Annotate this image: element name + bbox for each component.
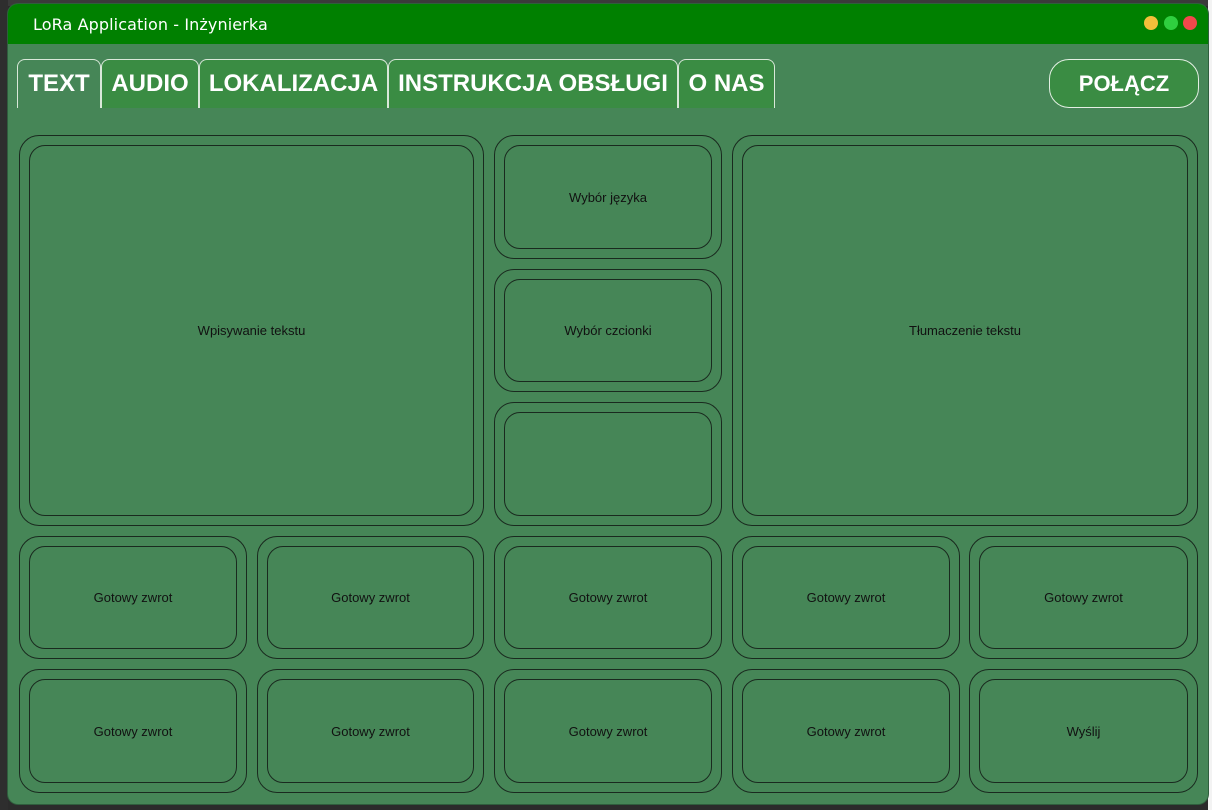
phrase-panel: Gotowy zwrot xyxy=(19,536,247,659)
translation-panel: Tłumaczenie tekstu xyxy=(732,135,1198,526)
maximize-button[interactable] xyxy=(1164,16,1178,30)
translation-output: Tłumaczenie tekstu xyxy=(742,145,1188,516)
phrase-panel: Gotowy zwrot xyxy=(732,536,960,659)
phrase-button[interactable]: Gotowy zwrot xyxy=(504,546,712,649)
language-select[interactable]: Wybór języka xyxy=(504,145,712,249)
phrase-button[interactable]: Gotowy zwrot xyxy=(29,546,237,649)
phrase-panel: Gotowy zwrot xyxy=(257,669,484,793)
tab-audio[interactable]: AUDIO xyxy=(101,59,199,108)
phrase-panel: Gotowy zwrot xyxy=(494,536,722,659)
desktop-background-left xyxy=(0,0,8,810)
empty-panel xyxy=(494,402,722,526)
phrase-panel: Gotowy zwrot xyxy=(19,669,247,793)
phrase-button[interactable]: Gotowy zwrot xyxy=(29,679,237,783)
tab-lokalizacja[interactable]: LOKALIZACJA xyxy=(199,59,388,108)
title-bar: LoRa Application - Inżynierka xyxy=(8,4,1208,44)
empty-slot[interactable] xyxy=(504,412,712,516)
phrase-button[interactable]: Gotowy zwrot xyxy=(267,546,474,649)
phrase-panel: Gotowy zwrot xyxy=(494,669,722,793)
phrase-panel: Gotowy zwrot xyxy=(969,536,1198,659)
phrase-panel: Gotowy zwrot xyxy=(257,536,484,659)
desktop-background-right xyxy=(1208,0,1212,810)
text-input-area[interactable]: Wpisywanie tekstu xyxy=(29,145,474,516)
phrase-button[interactable]: Gotowy zwrot xyxy=(979,546,1188,649)
app-window: LoRa Application - Inżynierka TEXT AUDIO… xyxy=(8,4,1208,804)
phrase-button[interactable]: Gotowy zwrot xyxy=(742,679,950,783)
send-panel: Wyślij xyxy=(969,669,1198,793)
tab-text[interactable]: TEXT xyxy=(17,59,101,108)
window-title: LoRa Application - Inżynierka xyxy=(33,15,268,34)
connect-button[interactable]: POŁĄCZ xyxy=(1049,59,1199,108)
text-input-panel: Wpisywanie tekstu xyxy=(19,135,484,526)
tab-o-nas[interactable]: O NAS xyxy=(678,59,775,108)
phrase-button[interactable]: Gotowy zwrot xyxy=(267,679,474,783)
font-select[interactable]: Wybór czcionki xyxy=(504,279,712,382)
phrase-panel: Gotowy zwrot xyxy=(732,669,960,793)
send-button[interactable]: Wyślij xyxy=(979,679,1188,783)
phrase-button[interactable]: Gotowy zwrot xyxy=(504,679,712,783)
font-select-panel: Wybór czcionki xyxy=(494,269,722,392)
tab-instrukcja[interactable]: INSTRUKCJA OBSŁUGI xyxy=(388,59,678,108)
minimize-button[interactable] xyxy=(1144,16,1158,30)
close-button[interactable] xyxy=(1183,16,1197,30)
language-select-panel: Wybór języka xyxy=(494,135,722,259)
phrase-button[interactable]: Gotowy zwrot xyxy=(742,546,950,649)
